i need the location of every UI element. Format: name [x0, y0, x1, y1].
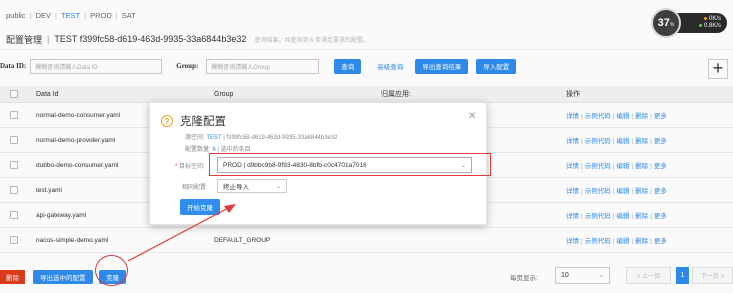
conflict-policy-value: 终止导入 — [223, 184, 249, 191]
clone-config-dialog: ✕ ? 克隆配置 源空间: TEST | f399fc58-d619-463d-… — [149, 102, 491, 225]
count-label: 配置数量: — [185, 147, 211, 153]
question-icon: ? — [161, 115, 173, 127]
close-icon[interactable]: ✕ — [468, 111, 476, 122]
config-count-line: 配置数量: 6 | 选中的条目 — [185, 144, 251, 153]
source-namespace-id: | f399fc58-d619-463d-9935-33a6844b3e32 — [223, 135, 338, 141]
target-highlight-annotation — [209, 153, 491, 176]
dialog-title: 克隆配置 — [180, 116, 226, 128]
target-label: 目标空间: — [179, 164, 205, 170]
chevron-down-icon: ⌄ — [275, 183, 281, 190]
conflict-label: 相同配置: — [182, 185, 208, 191]
source-namespace: TEST — [206, 135, 222, 141]
start-clone-button[interactable]: 开始克隆 — [180, 199, 220, 215]
source-label: 源空间: — [185, 135, 205, 141]
conflict-policy-select[interactable]: 终止导入 ⌄ — [217, 179, 287, 193]
target-label-wrap: * 目标空间: — [175, 161, 205, 170]
required-mark: * — [175, 164, 178, 170]
source-namespace-line: 源空间: TEST | f399fc58-d619-463d-9935-33a6… — [185, 132, 338, 141]
